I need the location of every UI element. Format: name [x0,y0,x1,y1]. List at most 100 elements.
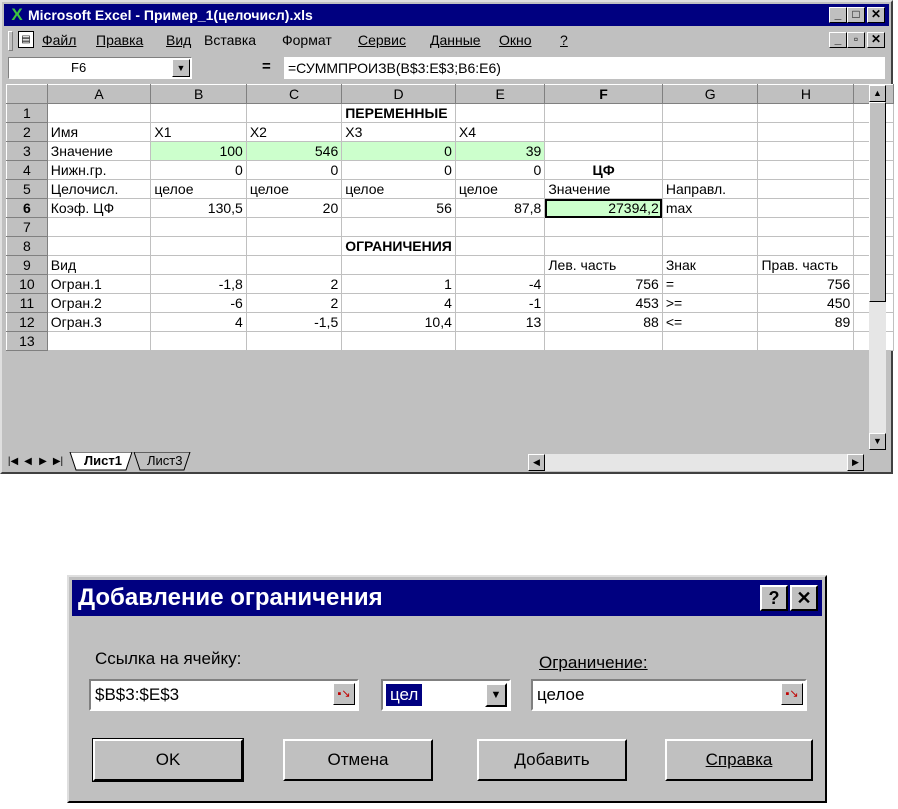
row-header[interactable]: 3 [6,141,48,161]
cell-c1[interactable] [245,103,343,123]
cell-e10[interactable]: -4 [454,274,546,294]
cell-e3[interactable]: 39 [454,141,546,161]
menu-tools[interactable]: Сервис [358,28,406,52]
help-button[interactable]: Справка [665,739,813,781]
cell-c4[interactable]: 0 [245,160,343,180]
cell-f1[interactable] [544,103,663,123]
menu-format[interactable]: Формат [282,28,332,52]
cell-c9[interactable] [245,255,343,275]
cell-b4[interactable]: 0 [150,160,247,180]
cell-c12[interactable]: -1,5 [245,312,343,332]
cell-d7[interactable] [341,217,456,237]
cell-c6[interactable]: 20 [245,198,343,218]
row-header[interactable]: 12 [6,312,48,332]
cell-d13[interactable] [341,331,456,351]
name-box[interactable]: F6 ▼ [8,57,192,79]
cell-f13[interactable] [544,331,663,351]
vertical-scroll-thumb[interactable] [869,102,886,302]
cell-h9[interactable]: Прав. часть [757,255,855,275]
first-sheet-icon[interactable]: |◀ [6,453,20,470]
cell-b6[interactable]: 130,5 [150,198,247,218]
cell-c2[interactable]: X2 [245,122,343,142]
row-header[interactable]: 1 [6,103,48,123]
cell-d1[interactable]: ПЕРЕМЕННЫЕ [341,103,456,123]
cell-g3[interactable] [661,141,759,161]
cell-h12[interactable]: 89 [757,312,855,332]
cell-a10[interactable]: Огран.1 [46,274,152,294]
cancel-button[interactable]: Отмена [283,739,433,781]
cell-b7[interactable] [150,217,247,237]
ok-button[interactable]: OK [92,738,244,782]
row-header[interactable]: 6 [6,198,48,218]
document-icon[interactable]: ▤ [18,31,34,48]
cell-h5[interactable] [757,179,855,199]
cell-a5[interactable]: Целочисл. [46,179,152,199]
cell-d6[interactable]: 56 [341,198,456,218]
cell-h4[interactable] [757,160,855,180]
doc-minimize-button[interactable]: _ [829,32,847,48]
cell-c3[interactable]: 546 [245,141,343,161]
tab-list1[interactable]: Лист1 [78,452,128,470]
cell-b3[interactable]: 100 [150,141,247,161]
cell-d2[interactable]: X3 [341,122,456,142]
menu-edit[interactable]: Правка [96,28,143,52]
name-box-dropdown-icon[interactable]: ▼ [172,59,190,77]
cell-h11[interactable]: 450 [757,293,855,313]
cell-h10[interactable]: 756 [757,274,855,294]
cell-d10[interactable]: 1 [341,274,456,294]
cell-e7[interactable] [454,217,546,237]
collapse-dialog-icon[interactable]: ▪↘ [333,683,355,705]
cell-h2[interactable] [757,122,855,142]
cell-c8[interactable] [245,236,343,256]
cell-g4[interactable] [661,160,759,180]
cell-c5[interactable]: целое [245,179,343,199]
cell-g10[interactable]: = [661,274,759,294]
cell-b5[interactable]: целое [150,179,247,199]
cell-a8[interactable] [46,236,152,256]
toolbar-grip[interactable] [8,31,13,51]
cell-f10[interactable]: 756 [544,274,663,294]
cell-g7[interactable] [661,217,759,237]
cell-b10[interactable]: -1,8 [150,274,247,294]
menu-file[interactable]: Файл [42,28,76,52]
cell-d8[interactable]: ОГРАНИЧЕНИЯ [341,236,456,256]
cell-d12[interactable]: 10,4 [341,312,456,332]
cell-g13[interactable] [661,331,759,351]
doc-restore-button[interactable]: ▫ [847,32,865,48]
cell-f5[interactable]: Значение [544,179,663,199]
equals-sign[interactable]: = [262,58,271,75]
row-header[interactable]: 5 [6,179,48,199]
horizontal-scrollbar[interactable]: ◀ ▶ [528,454,864,471]
collapse-dialog-icon[interactable]: ▪↘ [781,683,803,705]
cell-a11[interactable]: Огран.2 [46,293,152,313]
cell-g6[interactable]: max [661,198,759,218]
menu-help[interactable]: ? [560,28,568,52]
column-header-a[interactable]: A [46,84,152,104]
doc-close-button[interactable]: ✕ [867,32,885,48]
cell-g12[interactable]: <= [661,312,759,332]
operator-select[interactable]: цел ▼ [381,679,511,711]
cell-f8[interactable] [544,236,663,256]
menu-view[interactable]: Вид [166,28,191,52]
scroll-left-icon[interactable]: ◀ [528,454,545,471]
cell-g11[interactable]: >= [661,293,759,313]
cell-e11[interactable]: -1 [454,293,546,313]
cell-c10[interactable]: 2 [245,274,343,294]
dialog-close-icon[interactable]: ✕ [790,585,818,611]
cell-f6[interactable]: 27394,2 [544,198,663,218]
close-button[interactable]: ✕ [867,7,885,23]
cell-h6[interactable] [757,198,855,218]
last-sheet-icon[interactable]: ▶| [51,453,65,470]
cell-d11[interactable]: 4 [341,293,456,313]
cell-f3[interactable] [544,141,663,161]
cell-h7[interactable] [757,217,855,237]
cell-c13[interactable] [245,331,343,351]
cell-g5[interactable]: Направл. [661,179,759,199]
menu-data[interactable]: Данные [430,28,481,52]
cell-h13[interactable] [757,331,855,351]
cell-b11[interactable]: -6 [150,293,247,313]
row-header[interactable]: 7 [6,217,48,237]
cell-e5[interactable]: целое [454,179,546,199]
cell-h8[interactable] [757,236,855,256]
cell-f9[interactable]: Лев. часть [544,255,663,275]
